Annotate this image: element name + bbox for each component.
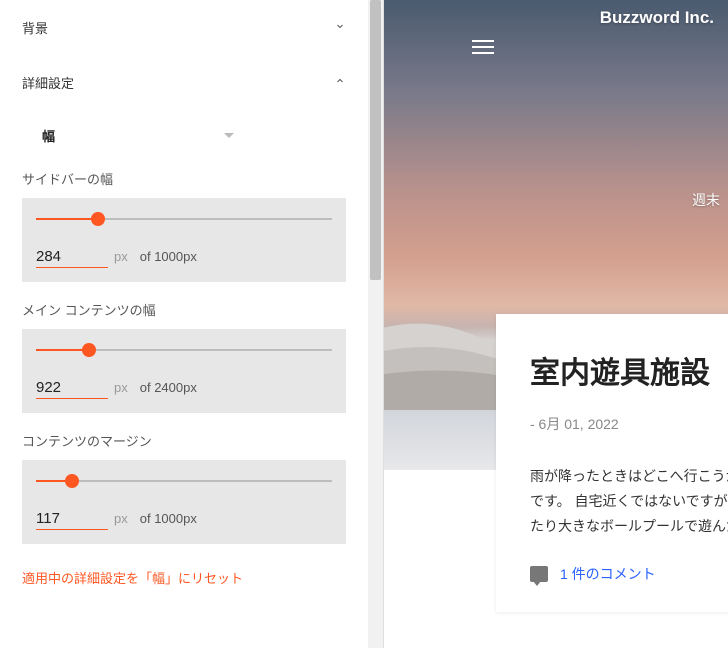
blog-preview: Buzzword Inc. 週末 室内遊具施設 - 6月 01, 2022 雨が… <box>383 0 728 648</box>
comments-link[interactable]: 1 件のコメント <box>560 564 656 584</box>
slider-thumb[interactable] <box>82 343 96 357</box>
scrollbar-thumb[interactable] <box>370 0 381 280</box>
max-label: of 2400px <box>140 380 197 395</box>
sidebar-width-field: サイドバーの幅 px of 1000px <box>22 169 346 282</box>
max-label: of 1000px <box>140 249 197 264</box>
post-body: 雨が降ったときはどこへ行こうか です。 自宅近くではないですが、 たり大きなボー… <box>530 464 728 540</box>
unit-label: px <box>114 511 128 526</box>
max-label: of 1000px <box>140 511 197 526</box>
post-card: 室内遊具施設 - 6月 01, 2022 雨が降ったときはどこへ行こうか です。… <box>496 314 728 612</box>
main-width-input[interactable] <box>36 377 108 399</box>
post-date: - 6月 01, 2022 <box>530 414 728 434</box>
advanced-section-header[interactable]: 詳細設定 <box>22 55 346 110</box>
chevron-down-icon <box>334 20 346 35</box>
slider-thumb[interactable] <box>91 212 105 226</box>
reset-advanced-link[interactable]: 適用中の詳細設定を「幅」にリセット <box>22 568 346 587</box>
unit-label: px <box>114 380 128 395</box>
sidebar-width-input[interactable] <box>36 246 108 268</box>
content-margin-slider-wrap: px of 1000px <box>22 460 346 544</box>
background-section-header[interactable]: 背景 <box>22 0 346 55</box>
chevron-up-icon <box>334 75 346 90</box>
comment-icon <box>530 566 548 582</box>
site-title: Buzzword Inc. <box>600 8 714 28</box>
settings-panel: 背景 詳細設定 幅 サイドバーの幅 <box>0 0 368 648</box>
main-width-label: メイン コンテンツの幅 <box>22 300 346 319</box>
width-dropdown-label: 幅 <box>42 126 55 145</box>
content-margin-slider[interactable] <box>36 480 332 482</box>
hamburger-icon[interactable] <box>472 36 494 54</box>
sidebar-width-label: サイドバーの幅 <box>22 169 346 188</box>
main-width-slider-wrap: px of 2400px <box>22 329 346 413</box>
content-margin-field: コンテンツのマージン px of 1000px <box>22 431 346 544</box>
dropdown-arrow-icon <box>224 133 234 138</box>
main-width-field: メイン コンテンツの幅 px of 2400px <box>22 300 346 413</box>
content-margin-label: コンテンツのマージン <box>22 431 346 450</box>
advanced-section-title: 詳細設定 <box>22 73 74 92</box>
unit-label: px <box>114 249 128 264</box>
post-title[interactable]: 室内遊具施設 <box>530 348 728 392</box>
sidebar-width-slider-wrap: px of 1000px <box>22 198 346 282</box>
panel-scrollbar[interactable] <box>368 0 383 648</box>
sidebar-width-slider[interactable] <box>36 218 332 220</box>
slider-thumb[interactable] <box>65 474 79 488</box>
background-section-title: 背景 <box>22 18 48 37</box>
width-dropdown[interactable]: 幅 <box>38 120 238 151</box>
hero-side-label: 週末 <box>692 190 720 210</box>
content-margin-input[interactable] <box>36 508 108 530</box>
main-width-slider[interactable] <box>36 349 332 351</box>
